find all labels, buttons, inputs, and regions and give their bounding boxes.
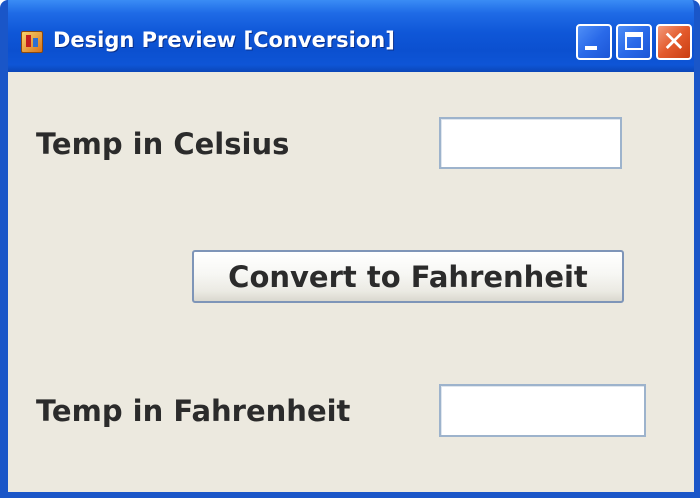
maximize-icon <box>625 32 643 50</box>
window-title: Design Preview [Conversion] <box>53 28 395 52</box>
minimize-button[interactable] <box>576 24 612 60</box>
close-icon: ✕ <box>662 25 686 58</box>
maximize-button[interactable] <box>616 24 652 60</box>
minimize-icon <box>585 46 597 50</box>
title-bar[interactable]: Design Preview [Conversion] ✕ <box>8 0 694 72</box>
java-app-icon[interactable] <box>21 31 43 53</box>
close-button[interactable]: ✕ <box>656 24 692 60</box>
form-panel: Temp in Celsius Convert to Fahrenheit Te… <box>8 72 694 492</box>
convert-button[interactable]: Convert to Fahrenheit <box>192 250 624 303</box>
celsius-input[interactable] <box>439 117 622 169</box>
fahrenheit-label: Temp in Fahrenheit <box>36 394 351 428</box>
app-window: Design Preview [Conversion] ✕ Temp in Ce… <box>0 0 700 498</box>
celsius-label: Temp in Celsius <box>36 127 290 161</box>
fahrenheit-input[interactable] <box>439 384 646 437</box>
